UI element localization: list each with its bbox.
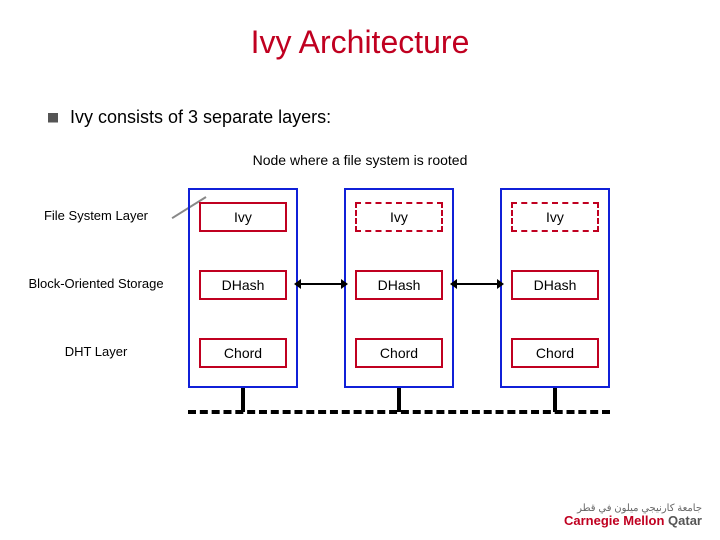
slide-title: Ivy Architecture [0, 0, 720, 61]
layer-label-dht: DHT Layer [16, 344, 176, 359]
square-bullet-icon [48, 113, 58, 123]
ivy-box: Ivy [511, 202, 599, 232]
layer-label-block: Block-Oriented Storage [16, 276, 176, 291]
chord-box: Chord [199, 338, 287, 368]
ivy-box: Ivy [355, 202, 443, 232]
bullet-list: Ivy consists of 3 separate layers: [48, 107, 720, 128]
connector-leg-icon [553, 388, 557, 412]
dhash-box: DHash [355, 270, 443, 300]
dashed-bus-icon [188, 410, 610, 414]
layer-label-fs: File System Layer [16, 208, 176, 223]
node-column-3: Ivy DHash Chord [500, 188, 610, 388]
chord-box: Chord [511, 338, 599, 368]
bullet-item: Ivy consists of 3 separate layers: [48, 107, 720, 128]
logo-english-text: Carnegie Mellon Qatar [564, 514, 702, 528]
logo-qatar: Qatar [664, 513, 702, 528]
chord-box: Chord [355, 338, 443, 368]
architecture-diagram: File System Layer Block-Oriented Storage… [0, 176, 720, 436]
connector-leg-icon [241, 388, 245, 412]
node-caption: Node where a file system is rooted [0, 152, 720, 168]
double-arrow-icon [300, 283, 342, 285]
bullet-text: Ivy consists of 3 separate layers: [70, 107, 331, 128]
logo-cm: Carnegie Mellon [564, 513, 664, 528]
node-column-2: Ivy DHash Chord [344, 188, 454, 388]
node-column-1: Ivy DHash Chord [188, 188, 298, 388]
dhash-box: DHash [511, 270, 599, 300]
cmu-qatar-logo: جامعة كارنيجي ميلون في قطر Carnegie Mell… [564, 503, 702, 528]
double-arrow-icon [456, 283, 498, 285]
ivy-box: Ivy [199, 202, 287, 232]
dhash-box: DHash [199, 270, 287, 300]
connector-leg-icon [397, 388, 401, 412]
